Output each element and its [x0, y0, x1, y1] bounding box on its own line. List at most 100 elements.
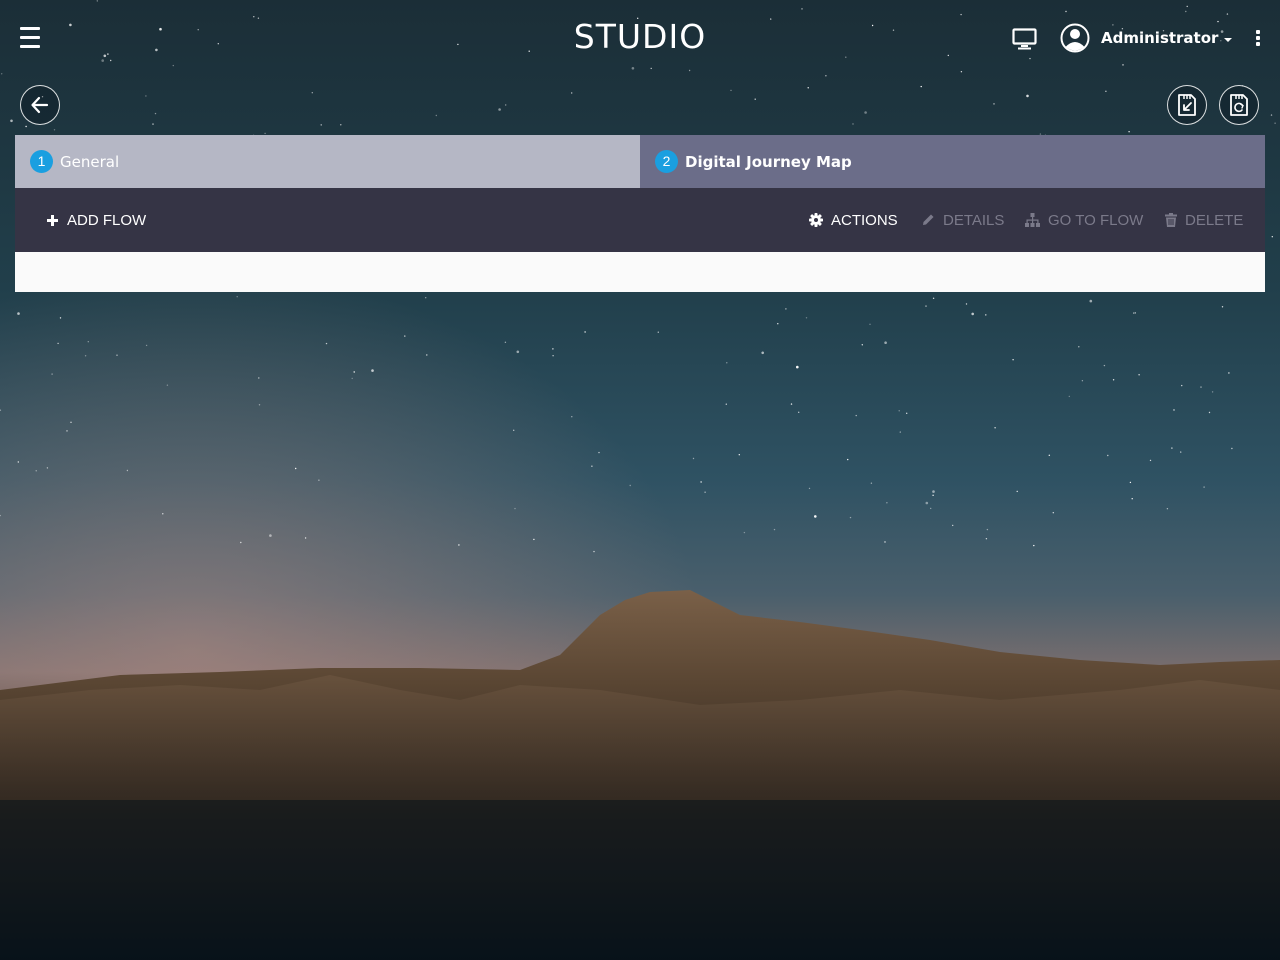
- star: [1128, 131, 1130, 133]
- star: [236, 296, 238, 298]
- wizard-step-general[interactable]: 1 General: [15, 135, 640, 188]
- sitemap-icon: [1025, 213, 1040, 227]
- delete-label: DELETE: [1185, 211, 1244, 229]
- user-name: Administrator: [1101, 29, 1219, 47]
- star: [870, 482, 873, 484]
- star: [591, 465, 593, 467]
- star: [1016, 490, 1018, 493]
- star: [1228, 372, 1230, 374]
- arrow-left-icon: [31, 96, 49, 114]
- star: [993, 103, 995, 105]
- go-to-flow-label: GO TO FLOW: [1048, 211, 1144, 229]
- star: [514, 507, 516, 510]
- details-button[interactable]: DETAILS: [921, 188, 1004, 252]
- star: [1166, 508, 1169, 510]
- star: [1274, 122, 1276, 124]
- actions-button[interactable]: ACTIONS: [809, 188, 898, 252]
- trash-icon: [1165, 213, 1177, 227]
- star: [598, 451, 600, 454]
- star: [166, 384, 169, 386]
- star: [318, 479, 320, 481]
- star: [932, 490, 935, 493]
- star: [593, 550, 595, 553]
- star: [1149, 459, 1152, 462]
- add-flow-label: ADD FLOW: [67, 211, 147, 229]
- star: [10, 119, 13, 123]
- step-label: Digital Journey Map: [685, 152, 852, 171]
- star: [1105, 90, 1107, 93]
- star: [152, 123, 154, 125]
- sd-card-import-icon: [1178, 94, 1196, 116]
- star: [1200, 386, 1202, 388]
- star: [162, 513, 164, 515]
- journey-map-content: [15, 252, 1265, 292]
- star: [116, 354, 118, 356]
- monitor-icon[interactable]: [1012, 28, 1037, 50]
- star: [743, 531, 746, 534]
- star: [1181, 384, 1183, 387]
- star: [932, 494, 934, 496]
- star: [920, 85, 922, 88]
- star: [785, 308, 787, 310]
- import-button[interactable]: [1167, 85, 1207, 125]
- star: [798, 411, 800, 413]
- hamburger-menu-icon[interactable]: [20, 27, 40, 48]
- star: [46, 467, 49, 469]
- star: [754, 98, 756, 100]
- star: [1033, 544, 1035, 547]
- star: [861, 344, 863, 346]
- user-menu[interactable]: Administrator: [1060, 22, 1233, 54]
- star: [726, 362, 728, 364]
- star: [1103, 364, 1106, 367]
- star: [571, 92, 573, 94]
- star: [814, 515, 817, 518]
- star: [869, 323, 871, 325]
- star: [1180, 451, 1182, 453]
- star: [498, 108, 501, 111]
- star: [1211, 391, 1214, 393]
- restore-button[interactable]: [1219, 85, 1259, 125]
- star: [899, 431, 901, 433]
- star: [805, 317, 808, 319]
- brand-logo: STUDIO: [573, 17, 707, 56]
- plus-icon: [47, 214, 58, 226]
- go-to-flow-button[interactable]: GO TO FLOW: [1025, 188, 1143, 252]
- pencil-icon: [923, 214, 934, 225]
- wizard-step-digital-journey-map[interactable]: 2 Digital Journey Map: [640, 135, 1265, 188]
- star: [971, 312, 974, 316]
- star: [1081, 380, 1084, 382]
- star: [1203, 486, 1205, 488]
- star: [505, 104, 507, 106]
- star: [925, 305, 927, 307]
- star: [1173, 409, 1175, 411]
- star: [1231, 447, 1233, 450]
- star: [986, 528, 989, 531]
- star: [1078, 346, 1080, 348]
- star: [930, 507, 932, 510]
- star: [1271, 236, 1274, 238]
- star: [353, 371, 355, 373]
- kebab-menu-icon[interactable]: [1253, 29, 1263, 47]
- add-flow-button[interactable]: ADD FLOW: [46, 188, 146, 252]
- star: [1208, 411, 1211, 414]
- back-button[interactable]: [20, 85, 60, 125]
- star: [773, 528, 776, 531]
- actions-label: ACTIONS: [831, 211, 898, 229]
- star: [704, 491, 706, 493]
- star: [1112, 379, 1115, 381]
- star: [1048, 454, 1051, 456]
- star: [985, 314, 987, 316]
- star: [533, 538, 535, 541]
- star: [1012, 359, 1014, 361]
- star: [965, 303, 968, 305]
- star: [932, 297, 935, 299]
- star: [808, 487, 811, 490]
- star: [761, 351, 764, 355]
- step-number-badge: 2: [655, 150, 678, 173]
- star: [269, 534, 272, 537]
- star: [849, 516, 852, 519]
- star: [994, 427, 996, 429]
- delete-button[interactable]: DELETE: [1165, 188, 1243, 252]
- star: [906, 412, 908, 414]
- star: [126, 469, 129, 472]
